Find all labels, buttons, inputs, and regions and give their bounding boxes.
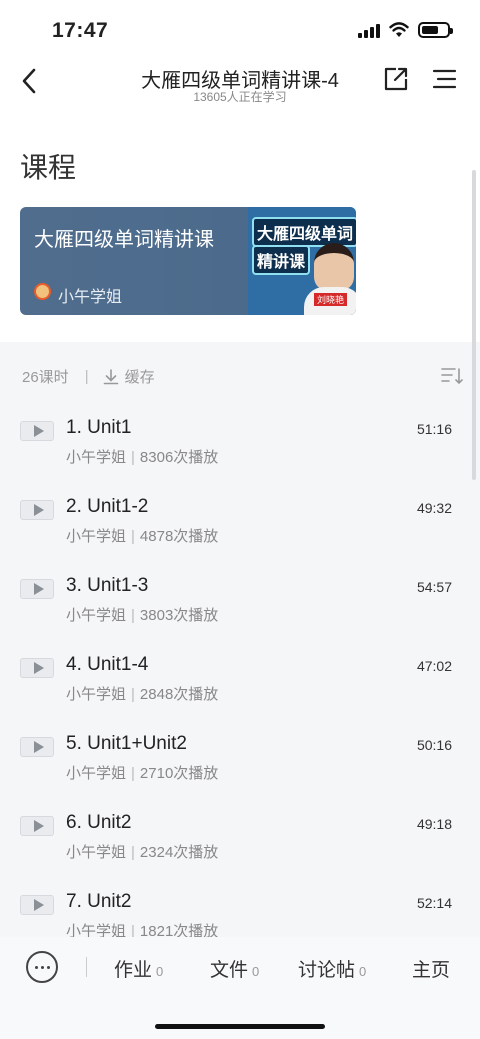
play-icon	[20, 737, 54, 757]
lesson-item[interactable]: 5. Unit1+Unit2 小午学姐 | 2710次播放 50:16	[0, 731, 480, 801]
lesson-plays: 2848次播放	[139, 686, 219, 703]
chat-button[interactable]	[26, 951, 58, 983]
share-icon	[384, 67, 408, 91]
cover-name-label: 刘晓艳	[314, 293, 348, 306]
lesson-title: 7. Unit2	[66, 891, 132, 912]
lesson-title: 5. Unit1+Unit2	[66, 733, 187, 754]
tab-discussion[interactable]: 讨论帖 0	[298, 955, 366, 982]
wifi-icon	[389, 22, 409, 37]
lesson-author: 小午学姐	[66, 607, 127, 624]
lesson-plays: 4878次播放	[139, 528, 219, 545]
cache-label: 缓存	[124, 369, 155, 386]
status-time: 17:47	[52, 19, 109, 42]
lesson-author: 小午学姐	[66, 765, 127, 782]
tab-label: 作业	[114, 960, 153, 981]
tab-home[interactable]: 主页	[412, 955, 450, 982]
lesson-author: 小午学姐	[66, 528, 127, 545]
section-title: 课程	[20, 152, 77, 183]
play-icon	[20, 579, 54, 599]
lesson-item[interactable]: 2. Unit1-2 小午学姐 | 4878次播放 49:32	[0, 494, 480, 564]
lesson-meta: 小午学姐 | 2324次播放	[66, 844, 219, 861]
status-bar: 17:47	[0, 0, 480, 60]
lesson-count: 26课时	[22, 369, 69, 386]
status-icons	[358, 22, 453, 38]
lesson-plays: 2324次播放	[139, 844, 219, 861]
lesson-duration: 54:57	[416, 579, 452, 595]
play-icon	[20, 895, 54, 915]
lesson-item[interactable]: 4. Unit1-4 小午学姐 | 2848次播放 47:02	[0, 652, 480, 722]
lesson-title: 2. Unit1-2	[66, 496, 149, 517]
chat-icon	[34, 965, 38, 969]
course-cover-image: 大雁四级单词 精讲课 刘晓艳	[248, 207, 356, 315]
scrollbar[interactable]	[472, 170, 476, 480]
lesson-title: 6. Unit2	[66, 812, 132, 833]
tab-count: 0	[359, 964, 367, 979]
share-button[interactable]	[382, 65, 412, 95]
menu-button[interactable]	[430, 65, 460, 95]
lesson-duration: 47:02	[416, 658, 452, 674]
tab-label: 讨论帖	[298, 960, 356, 981]
teacher-avatar	[34, 283, 51, 300]
tab-label: 文件	[210, 960, 249, 981]
lesson-item[interactable]: 1. Unit1 小午学姐 | 8306次播放 51:16	[0, 415, 480, 485]
lesson-meta: 小午学姐 | 8306次播放	[66, 449, 219, 466]
nav-bar: 大雁四级单词精讲课-4 13605人正在学习	[0, 60, 480, 110]
lesson-meta: 小午学姐 | 2710次播放	[66, 765, 219, 782]
lesson-meta: 小午学姐 | 3803次播放	[66, 607, 219, 624]
cover-title-line1: 大雁四级单词	[252, 217, 356, 247]
course-card[interactable]: 大雁四级单词精讲课 小午学姐 大雁四级单词 精讲课 刘晓艳	[20, 207, 356, 315]
play-icon	[20, 658, 54, 678]
course-card-title: 大雁四级单词精讲课	[34, 229, 214, 251]
lesson-duration: 52:14	[416, 895, 452, 911]
play-icon	[20, 816, 54, 836]
tab-files[interactable]: 文件 0	[210, 955, 259, 982]
toolbar-divider: |	[84, 368, 89, 385]
lesson-list: 26课时 | 缓存 1. Unit1 小午学姐 | 8306次播放 51:16 2.…	[0, 342, 480, 942]
lesson-duration: 51:16	[416, 421, 452, 437]
lesson-item[interactable]: 3. Unit1-3 小午学姐 | 3803次播放 54:57	[0, 573, 480, 643]
play-icon	[20, 421, 54, 441]
lesson-duration: 49:18	[416, 816, 452, 832]
cache-button[interactable]: 缓存	[103, 366, 155, 387]
tab-count: 0	[252, 964, 260, 979]
lesson-plays: 8306次播放	[139, 449, 219, 466]
list-toolbar: 26课时 | 缓存	[22, 366, 155, 387]
course-header: 课程 大雁四级单词精讲课 小午学姐 大雁四级单词 精讲课 刘晓艳	[0, 110, 480, 342]
lesson-author: 小午学姐	[66, 449, 127, 466]
sort-button[interactable]	[440, 366, 464, 386]
lesson-author: 小午学姐	[66, 686, 127, 703]
bottom-bar-divider	[86, 957, 87, 977]
lesson-title: 4. Unit1-4	[66, 654, 149, 675]
cover-portrait	[314, 243, 354, 291]
lesson-plays: 2710次播放	[139, 765, 219, 782]
lesson-author: 小午学姐	[66, 844, 127, 861]
course-card-info: 大雁四级单词精讲课 小午学姐	[20, 207, 248, 315]
lesson-title: 1. Unit1	[66, 417, 132, 438]
cover-title-line2: 精讲课	[252, 245, 311, 275]
home-indicator[interactable]	[155, 1024, 325, 1029]
lesson-duration: 49:32	[416, 500, 452, 516]
cellular-signal-icon	[358, 22, 380, 38]
tab-count: 0	[156, 964, 164, 979]
bottom-bar: 作业 0 文件 0 讨论帖 0 主页	[0, 937, 480, 1039]
play-icon	[20, 500, 54, 520]
teacher-name: 小午学姐	[58, 289, 123, 306]
lesson-meta: 小午学姐 | 4878次播放	[66, 528, 219, 545]
lesson-item[interactable]: 6. Unit2 小午学姐 | 2324次播放 49:18	[0, 810, 480, 880]
lesson-title: 3. Unit1-3	[66, 575, 149, 596]
tab-homework[interactable]: 作业 0	[114, 955, 163, 982]
battery-icon	[418, 22, 453, 38]
lesson-meta: 小午学姐 | 2848次播放	[66, 686, 219, 703]
lesson-plays: 3803次播放	[139, 607, 219, 624]
menu-icon	[432, 69, 457, 89]
lesson-duration: 50:16	[416, 737, 452, 753]
sort-icon	[441, 368, 463, 385]
download-icon	[103, 368, 118, 384]
tab-label: 主页	[412, 960, 451, 981]
